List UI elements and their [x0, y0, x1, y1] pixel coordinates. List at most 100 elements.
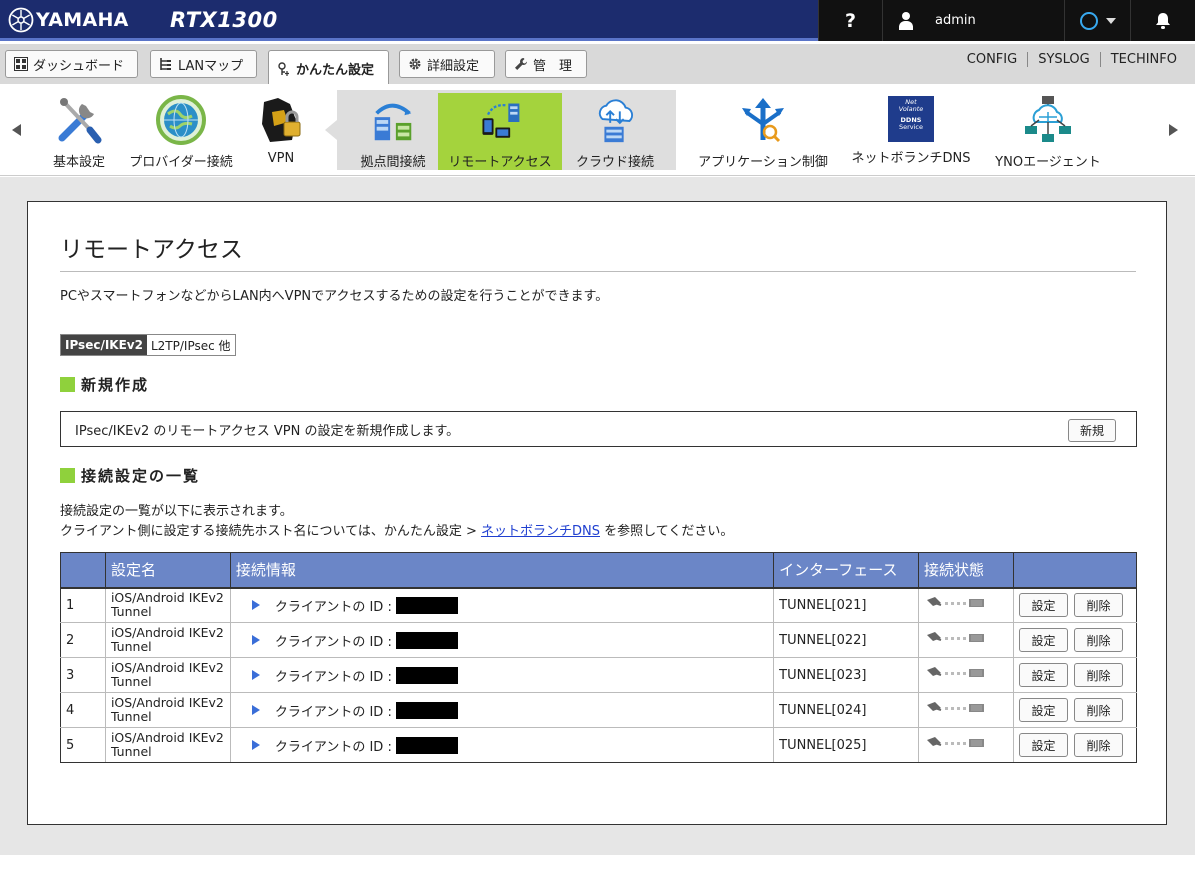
expand-triangle-icon[interactable] [251, 600, 260, 611]
row-interface: TUNNEL[025] [773, 727, 920, 763]
client-id-label: クライアントの ID : [274, 704, 392, 720]
nav-provider-connection[interactable]: プロバイダー接続 [126, 84, 236, 174]
tab-management[interactable]: 管 理 [505, 50, 587, 78]
nav-yno-agent[interactable]: YNOエージェント [990, 84, 1106, 174]
connection-table: 設定名 接続情報 インターフェース 接続状態 1 iOS/Android IKEv… [60, 552, 1137, 763]
tab-ipsec-ikev2[interactable]: IPsec/IKEv2 [61, 335, 147, 355]
row-status [918, 727, 1014, 763]
expand-triangle-icon[interactable] [251, 670, 260, 680]
edit-button[interactable]: 設定 [1019, 663, 1068, 687]
edit-button[interactable]: 設定 [1019, 628, 1068, 652]
client-id-label: クライアントの ID : [274, 669, 392, 685]
tab-lan-map[interactable]: LANマップ [150, 50, 257, 78]
yamaha-emblem-icon [8, 7, 34, 33]
row-status [918, 657, 1014, 693]
list-desc-line1: 接続設定の一覧が以下に表示されます。 [60, 504, 293, 519]
delete-button[interactable]: 削除 [1074, 593, 1123, 618]
tab-label: 管 理 [533, 58, 573, 74]
disconnected-cable-icon [927, 597, 985, 608]
techinfo-link[interactable]: TECHINFO [1099, 52, 1187, 67]
row-name: iOS/Android IKEv2 Tunnel [104, 657, 231, 693]
row-number: 1 [60, 587, 106, 623]
col-header-info: 接続情報 [229, 552, 775, 589]
list-description: 接続設定の一覧が以下に表示されます。 クライアント側に設定する接続先ホスト名につ… [60, 502, 733, 542]
chevron-down-icon [1105, 17, 1116, 24]
table-row: 5 iOS/Android IKEv2 Tunnel クライアントの ID : TUNN… [60, 727, 1137, 763]
user-menu[interactable]: admin [882, 0, 1064, 41]
nav-label: ネットボランチDNS [851, 151, 971, 166]
gear-icon [409, 58, 421, 70]
client-id-label: クライアントの ID : [274, 599, 392, 615]
padlock-icon [262, 98, 301, 142]
row-actions: 設定 削除 [1013, 622, 1137, 658]
edit-button[interactable]: 設定 [1019, 733, 1068, 757]
delete-button[interactable]: 削除 [1074, 663, 1123, 687]
config-link[interactable]: CONFIG [957, 52, 1027, 67]
row-actions: 設定 削除 [1013, 727, 1137, 763]
client-id-label: クライアントの ID : [274, 739, 392, 755]
wand-icon [278, 61, 289, 76]
tab-label: LANマップ [178, 58, 244, 74]
new-section-heading: 新規作成 [60, 374, 149, 395]
expand-triangle-icon[interactable] [251, 740, 260, 750]
user-icon [899, 11, 913, 30]
delete-button[interactable]: 削除 [1074, 698, 1123, 722]
nav-label: プロバイダー接続 [129, 155, 233, 170]
nav-application-control[interactable]: アプリケーション制御 [696, 84, 830, 174]
delete-button[interactable]: 削除 [1074, 628, 1123, 652]
syslog-link[interactable]: SYSLOG [1027, 52, 1100, 67]
nav-cloud-connection[interactable]: クラウド接続 [566, 90, 664, 170]
app-control-icon [742, 98, 784, 143]
delete-button[interactable]: 削除 [1074, 733, 1123, 757]
nav-basic-settings[interactable]: 基本設定 [42, 84, 116, 174]
name-line: Tunnel [110, 709, 152, 724]
tab-advanced-settings[interactable]: 詳細設定 [399, 50, 495, 78]
row-interface: TUNNEL[021] [773, 587, 920, 623]
name-line: Tunnel [110, 639, 152, 654]
row-number: 2 [60, 622, 106, 658]
status-ring-icon [1079, 11, 1098, 30]
yamaha-logo[interactable]: YAMAHA [8, 7, 129, 33]
scroll-left-arrow-icon[interactable] [12, 124, 21, 136]
nav-label: 拠点間接続 [360, 155, 426, 170]
nav-remote-access[interactable]: リモートアクセス [438, 93, 562, 170]
table-header-row: 設定名 接続情報 インターフェース 接続状態 [60, 552, 1137, 589]
nav-label: クラウド接続 [575, 155, 654, 170]
section-marker [60, 377, 75, 392]
notification-button[interactable] [1130, 0, 1195, 41]
scroll-right-arrow-icon[interactable] [1169, 124, 1178, 136]
ddns-icon: Net Volante DDNS Service [888, 96, 934, 142]
tab-l2tp-ipsec[interactable]: L2TP/IPsec 他 [147, 335, 235, 355]
page-description: PCやスマートフォンなどからLAN内へVPNでアクセスするための設定を行うことが… [60, 289, 609, 304]
edit-button[interactable]: 設定 [1019, 698, 1068, 722]
edit-button[interactable]: 設定 [1019, 593, 1068, 618]
netvolante-dns-link[interactable]: ネットボランチDNS [481, 524, 600, 539]
user-name: admin [935, 13, 976, 28]
new-config-box: IPsec/IKEv2 のリモートアクセス VPN の設定を新規作成します。 新… [60, 411, 1137, 447]
row-actions: 設定 削除 [1013, 692, 1137, 728]
name-line: iOS/Android IKEv2 [110, 730, 224, 745]
tab-easy-setup[interactable]: かんたん設定 [268, 50, 389, 86]
row-status [918, 587, 1014, 623]
new-button[interactable]: 新規 [1068, 419, 1116, 442]
tab-label: かんたん設定 [296, 63, 375, 78]
main-tab-bar: ダッシュボード LANマップ かんたん設定 詳細設定 管 理 CONFIG SY… [0, 44, 1195, 86]
expand-triangle-icon[interactable] [251, 705, 260, 715]
help-button[interactable]: ? [818, 0, 882, 41]
row-actions: 設定 削除 [1013, 657, 1137, 693]
table-row: 1 iOS/Android IKEv2 Tunnel クライアントの ID : TUNN… [60, 587, 1137, 623]
expand-triangle-icon[interactable] [251, 635, 260, 645]
globe-icon [156, 95, 206, 145]
status-menu-button[interactable] [1064, 0, 1130, 41]
table-row: 3 iOS/Android IKEv2 Tunnel クライアントの ID : TUNN… [60, 657, 1137, 693]
row-info: クライアントの ID : [229, 587, 775, 623]
remote-access-icon [482, 103, 520, 138]
col-header-name: 設定名 [104, 552, 231, 589]
nav-site-to-site[interactable]: 拠点間接続 [351, 90, 435, 170]
nav-vpn[interactable]: VPN [248, 84, 314, 174]
nav-netvolante-dns[interactable]: Net Volante DDNS Service ネットボランチDNS [848, 84, 974, 174]
name-line: iOS/Android IKEv2 [110, 660, 224, 675]
content-panel: リモートアクセス PCやスマートフォンなどからLAN内へVPNでアクセスするため… [27, 201, 1167, 825]
disconnected-cable-icon [927, 632, 985, 642]
tab-dashboard[interactable]: ダッシュボード [5, 50, 138, 78]
